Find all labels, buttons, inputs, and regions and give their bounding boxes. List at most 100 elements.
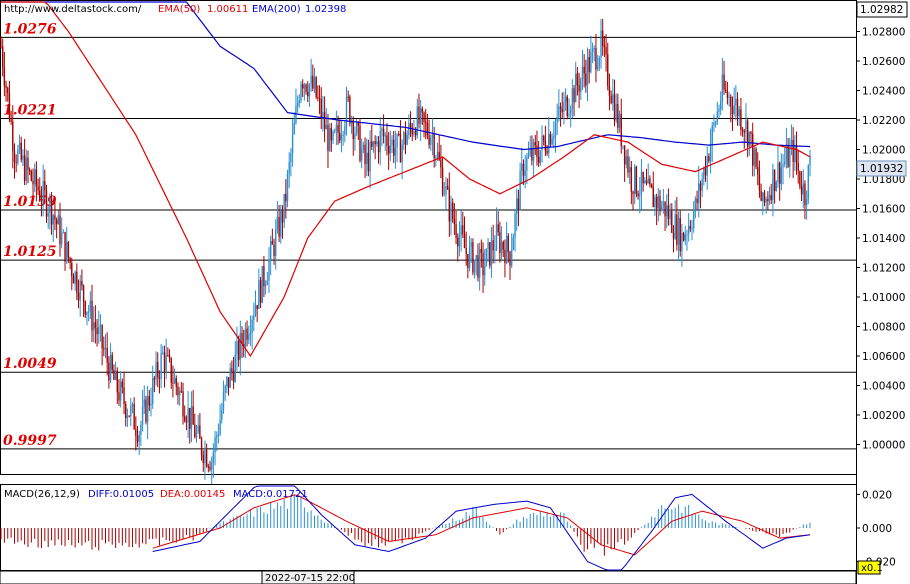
candle-body [330,127,333,141]
candle-body [610,95,612,104]
candle-body [598,57,601,67]
candle-body [564,96,567,102]
candle-body [13,151,16,162]
candle-body [480,249,483,253]
candle-body [290,153,292,163]
price-tick-label: 1.00600 [862,351,905,363]
candle-body [37,186,39,191]
candle-body [733,105,735,114]
candle-body [328,127,331,151]
candle-body [563,101,565,113]
candle-body [246,328,248,340]
forex-chart[interactable]: 1.02761.02211.01591.01251.00490.9997 htt… [0,0,910,584]
candle-body [15,161,17,163]
price-tick-label: 1.02800 [862,27,905,39]
candle-body [180,390,183,392]
candle-body [150,403,152,406]
candle-body [472,242,474,273]
candle-body [708,156,710,162]
candle-body [185,420,188,423]
candle-body [637,193,639,197]
candle-body [492,240,494,251]
candle-body [307,91,309,97]
candle-body [775,182,777,191]
price-tick-label: 1.01200 [862,263,905,275]
ema200-value: 1.02398 [305,4,346,15]
candle-body [382,128,385,137]
candle-body [178,390,181,396]
candle-body [283,193,285,223]
price-tick-label: 1.00400 [862,381,905,393]
candle-body [662,201,665,206]
candle-body [569,109,572,114]
candle-body [504,249,506,264]
candle-body [740,109,742,130]
candle-body [777,162,779,183]
candle-body [367,152,370,172]
candle-body [40,199,43,202]
candle-body [521,163,523,171]
candle-body [86,311,88,315]
candle-body [490,240,493,266]
candle-body [431,134,434,139]
candle-body [7,87,9,93]
candle-body [158,377,161,379]
candle-body [704,167,707,176]
candle-body [478,249,481,278]
candle-body [214,437,216,453]
candle-body [713,122,715,126]
candle-body [758,174,761,191]
candle-body [554,122,557,137]
ema200-label: EMA(200) [252,4,301,15]
candle-body [340,134,343,141]
candle-body [741,129,744,132]
candle-body [425,121,427,124]
candle-body [767,199,769,202]
candle-body [773,169,776,191]
candle-body [743,131,745,133]
candle-body [625,156,627,165]
candle-body [623,145,626,165]
candle-body [0,46,2,48]
candle-body [731,106,734,114]
macd-diff-label: DIFF:0.01005 [88,489,154,500]
candle-body [573,88,575,103]
macd-value-label: MACD:0.01721 [233,489,308,500]
candle-body [457,237,459,247]
candle-body [559,106,562,110]
candle-body [66,242,68,262]
candle-body [514,213,516,238]
candle-body [627,156,629,173]
candle-body [394,147,397,156]
candle-body [323,111,326,130]
candle-body [253,315,255,320]
candle-body [516,198,518,214]
candle-body [57,215,60,225]
candle-body [494,249,496,251]
candle-body [507,235,510,253]
candle-body [140,424,142,435]
candle-body [18,142,21,150]
candle-body [421,108,424,113]
candle-body [595,48,597,70]
candle-body [187,407,189,423]
candle-body [414,130,417,136]
candle-body [556,117,558,123]
candle-body [77,292,80,301]
candle-body [440,159,442,168]
price-tick-label: 1.02600 [862,56,905,68]
zoom-label: x0.1 [861,563,883,574]
candle-body [202,454,204,464]
candle-body [101,325,103,349]
candle-body [628,167,631,173]
candle-body [448,188,451,222]
candle-body [227,377,230,388]
candle-body [298,100,301,104]
candle-body [436,151,439,158]
candle-body [709,144,712,162]
candle-body [360,149,363,161]
candle-body [451,202,454,219]
candle-body [291,134,294,154]
candle-body [645,180,648,184]
candle-body [489,242,491,266]
